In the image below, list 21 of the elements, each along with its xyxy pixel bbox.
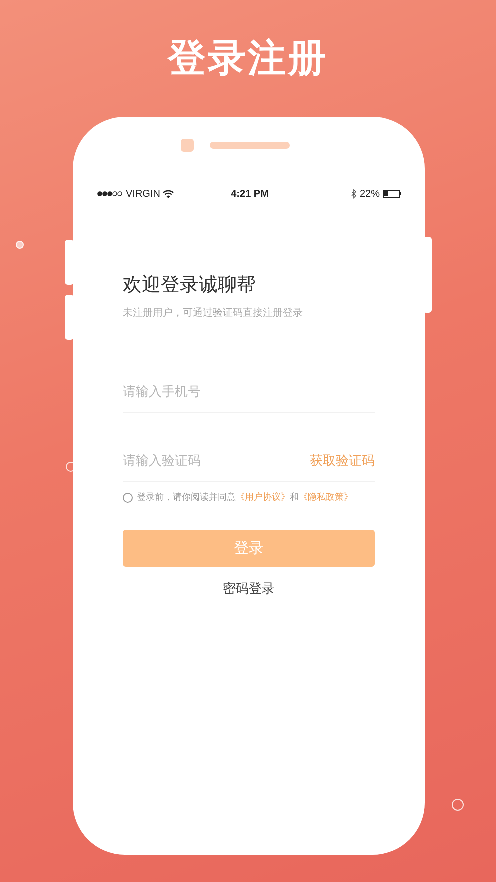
signal-icon bbox=[97, 191, 123, 197]
user-agreement-link[interactable]: 《用户协议》 bbox=[236, 493, 290, 503]
decor-circle bbox=[452, 799, 464, 811]
password-login-link[interactable]: 密码登录 bbox=[223, 580, 275, 598]
phone-field[interactable]: 请输入手机号 bbox=[123, 380, 375, 404]
welcome-title: 欢迎登录诚聊帮 bbox=[123, 273, 256, 298]
login-button[interactable]: 登录 bbox=[123, 530, 375, 567]
battery-icon bbox=[383, 190, 404, 198]
carrier-name: VIRGIN bbox=[126, 188, 160, 200]
clock-time: 4:21 PM bbox=[231, 188, 269, 200]
battery-percent: 22% bbox=[360, 188, 380, 200]
bluetooth-icon bbox=[351, 189, 357, 199]
get-code-link[interactable]: 获取验证码 bbox=[310, 452, 375, 470]
agreement-checkbox[interactable] bbox=[123, 492, 133, 502]
wifi-icon bbox=[163, 190, 174, 198]
privacy-policy-link[interactable]: 《隐私政策》 bbox=[299, 493, 353, 503]
agreement-text: 登录前，请你阅读并同意《用户协议》和《隐私政策》 bbox=[137, 492, 353, 504]
code-field[interactable]: 请输入验证码 bbox=[123, 449, 310, 473]
decor-circle bbox=[16, 241, 24, 249]
register-hint: 未注册用户，可通过验证码直接注册登录 bbox=[123, 306, 303, 320]
page-headline: 登录注册 bbox=[166, 35, 329, 82]
